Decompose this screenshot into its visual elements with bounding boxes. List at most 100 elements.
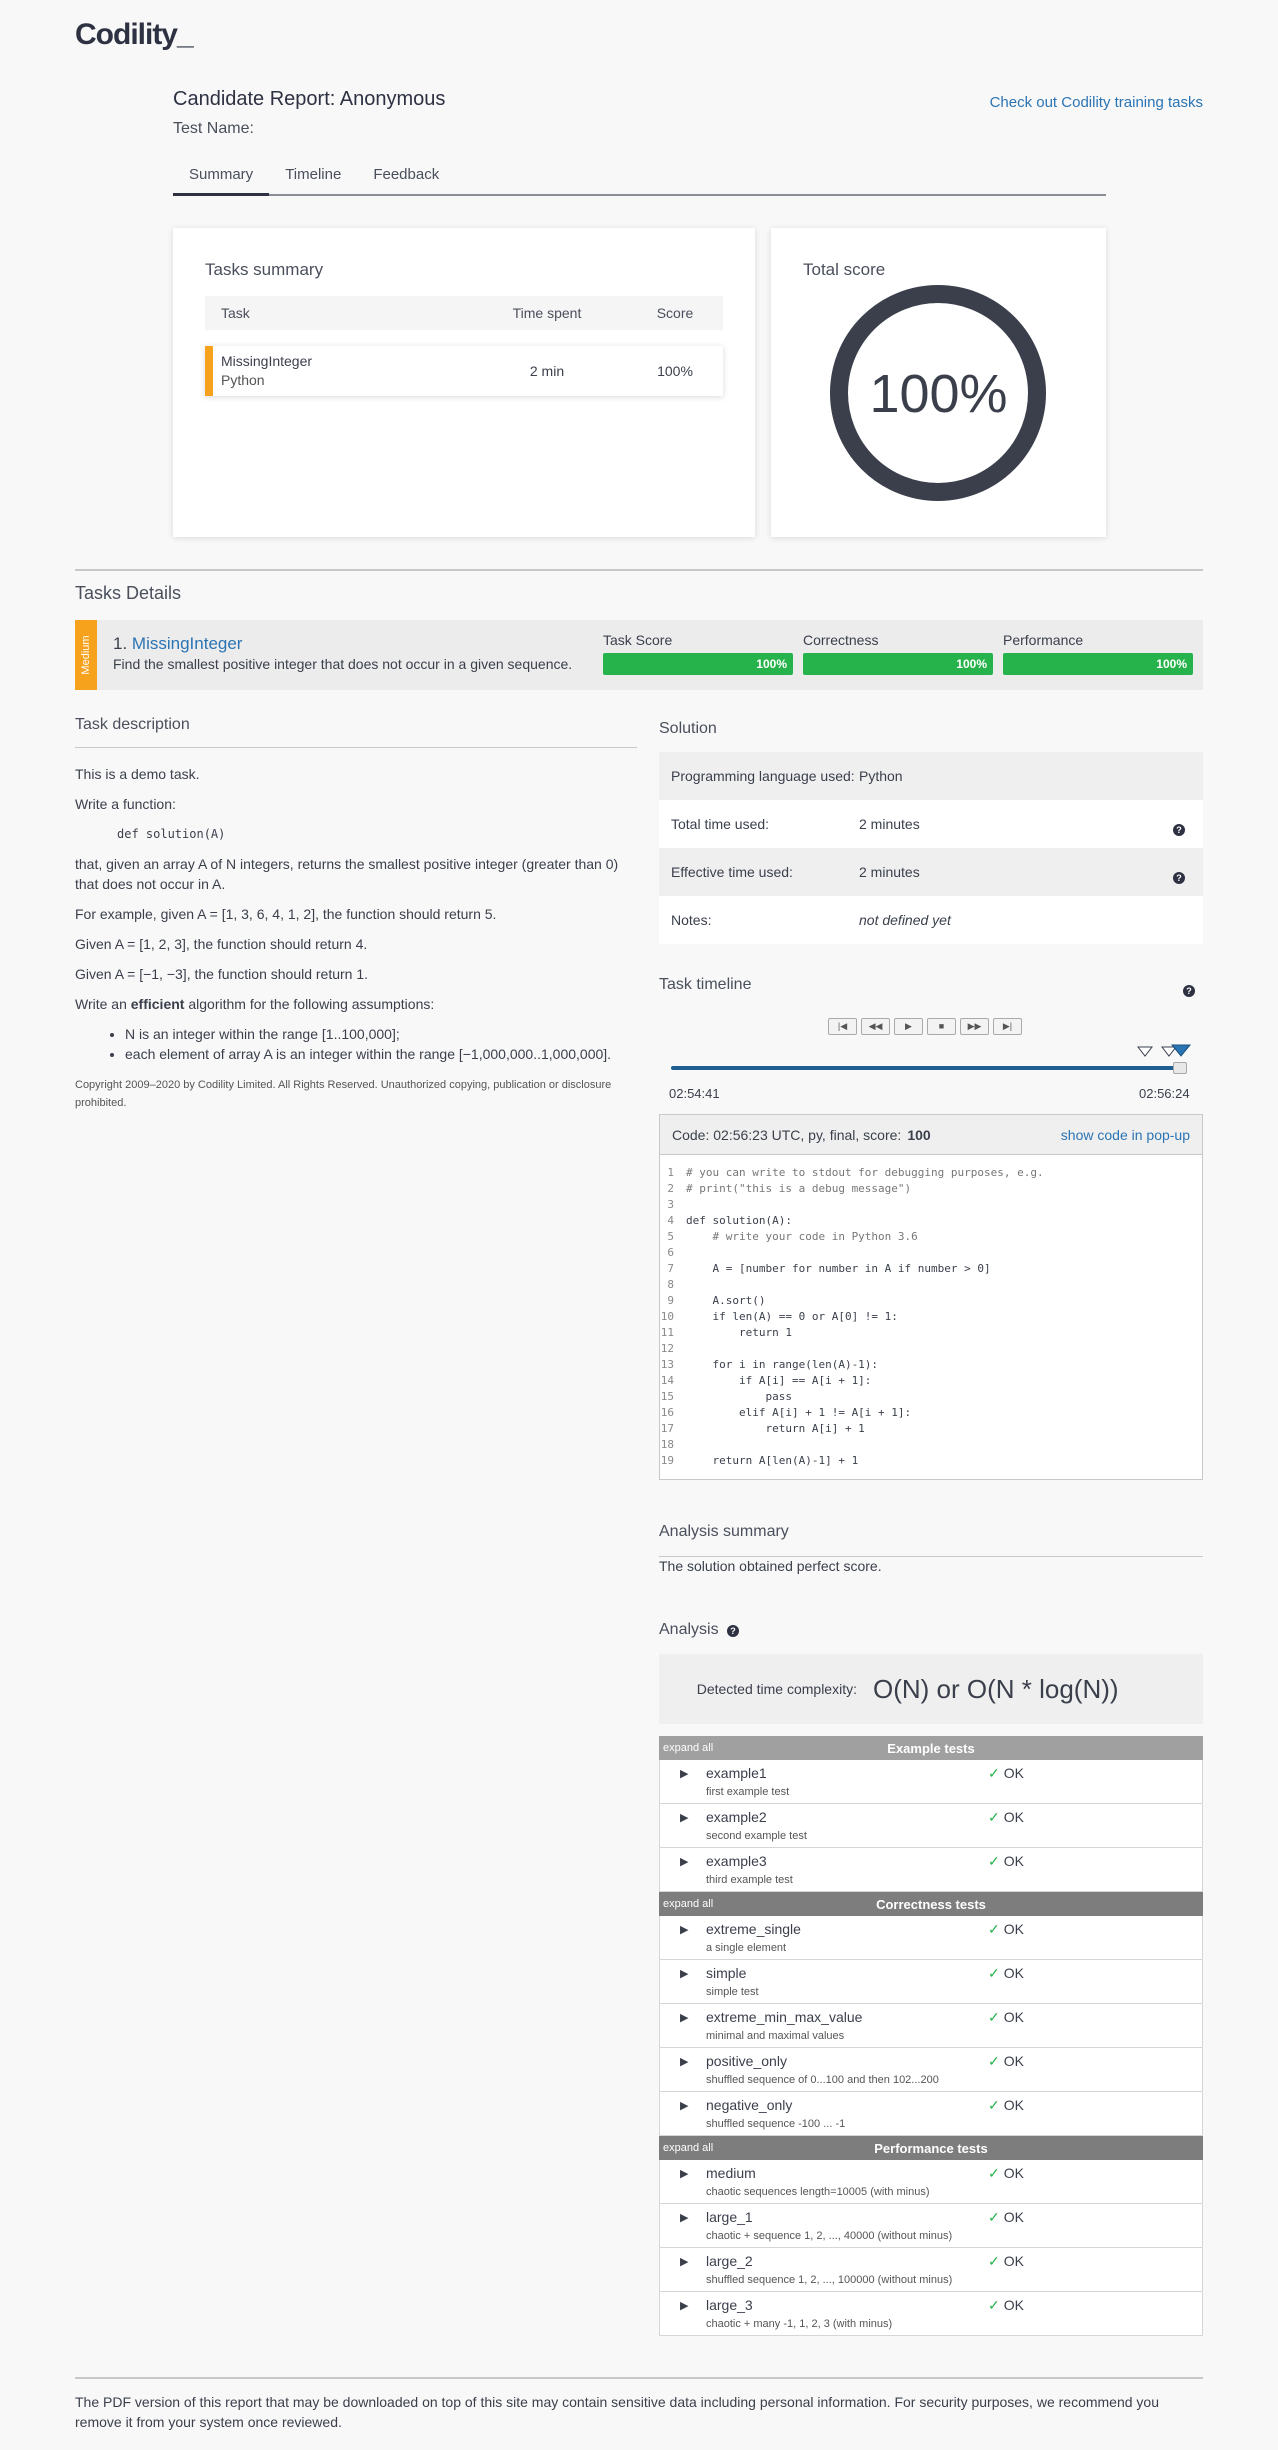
metric-label: Correctness xyxy=(803,632,879,648)
expand-triangle-icon[interactable]: ▶ xyxy=(680,2099,688,2112)
expand-all-button[interactable]: expand all xyxy=(663,1898,713,1910)
tab-summary[interactable]: Summary xyxy=(173,160,270,196)
timeline-markers xyxy=(1136,1044,1192,1057)
training-tasks-link[interactable]: Check out Codility training tasks xyxy=(990,94,1203,111)
help-icon[interactable]: ? xyxy=(1173,824,1185,836)
play-button[interactable]: ▶ xyxy=(894,1018,923,1035)
test-group-title: Performance tests xyxy=(874,2140,988,2156)
expand-triangle-icon[interactable]: ▶ xyxy=(680,1767,688,1780)
line-number: 2 xyxy=(667,1182,674,1195)
first-button[interactable]: |◀ xyxy=(828,1018,857,1035)
difficulty-marker xyxy=(205,346,213,396)
test-description: third example test xyxy=(706,1874,793,1886)
test-description: first example test xyxy=(706,1786,790,1798)
line-number: 7 xyxy=(667,1262,674,1275)
help-icon[interactable]: ? xyxy=(727,1625,740,1637)
test-row[interactable]: ▶ example3 third example test ✓ OK xyxy=(659,1848,1203,1892)
line-number: 15 xyxy=(660,1390,674,1403)
col-task: Task xyxy=(221,305,250,321)
timeline-track[interactable] xyxy=(671,1066,1185,1070)
test-row[interactable]: ▶ positive_only shuffled sequence of 0...1… xyxy=(659,2048,1203,2092)
row-label: Total time used: xyxy=(671,816,770,832)
line-number: 3 xyxy=(667,1198,674,1211)
timeline-start: 02:54:41 xyxy=(669,1086,720,1101)
tasks-summary-table: Task Time spent Score MissingInteger Pyt… xyxy=(205,296,723,396)
expand-triangle-icon[interactable]: ▶ xyxy=(680,2255,688,2268)
analysis-title-text: Analysis xyxy=(659,1621,719,1638)
result-label: OK xyxy=(1003,2097,1024,2113)
stop-button[interactable]: ■ xyxy=(927,1018,956,1035)
test-row[interactable]: ▶ large_2 shuffled sequence 1, 2, ..., 100… xyxy=(659,2248,1203,2292)
timeline-handle[interactable] xyxy=(1173,1062,1187,1074)
performance-bar: 100% xyxy=(1003,653,1193,675)
expand-all-button[interactable]: expand all xyxy=(663,1742,713,1754)
result-label: OK xyxy=(1003,2209,1024,2225)
code-lines: 1 # you can write to stdout for debugging… xyxy=(660,1165,1202,1469)
desc-example3: Given A = [−1, −3], the function should … xyxy=(75,966,369,982)
desc-example2: Given A = [1, 2, 3], the function should… xyxy=(75,936,368,952)
check-icon: ✓ xyxy=(988,1765,1000,1781)
complexity-label: Detected time complexity: xyxy=(696,1681,857,1697)
forward-button[interactable]: ▶▶ xyxy=(960,1018,989,1035)
result-label: OK xyxy=(1003,2009,1024,2025)
test-row[interactable]: ▶ example2 second example test ✓ OK xyxy=(659,1804,1203,1848)
help-icon[interactable]: ? xyxy=(1173,872,1185,884)
line-number: 16 xyxy=(660,1406,674,1419)
total-score-value: 100% xyxy=(869,364,1008,424)
test-group-title: Example tests xyxy=(887,1740,975,1756)
test-row[interactable]: ▶ extreme_min_max_value minimal and maxima… xyxy=(659,2004,1203,2048)
test-name: example1 xyxy=(706,1765,767,1781)
col-time: Time spent xyxy=(512,305,582,321)
expand-triangle-icon[interactable]: ▶ xyxy=(680,1967,688,1980)
expand-triangle-icon[interactable]: ▶ xyxy=(680,2055,688,2068)
task-name-link[interactable]: MissingInteger xyxy=(132,634,243,653)
test-description: chaotic + many -1, 1, 2, 3 (with minus) xyxy=(706,2318,893,2330)
check-icon: ✓ xyxy=(988,1809,1000,1825)
test-row[interactable]: ▶ medium chaotic sequences length=10005 (w… xyxy=(659,2160,1203,2204)
test-row[interactable]: ▶ large_1 chaotic + sequence 1, 2, ..., 40… xyxy=(659,2204,1203,2248)
task-name: MissingInteger xyxy=(221,353,313,369)
tab-timeline[interactable]: Timeline xyxy=(269,160,357,194)
test-name: extreme_min_max_value xyxy=(706,2009,863,2025)
test-row[interactable]: ▶ negative_only shuffled sequence -100 ...… xyxy=(659,2092,1203,2136)
test-name: large_2 xyxy=(706,2253,753,2269)
test-row[interactable]: ▶ simple simple test ✓ OK xyxy=(659,1960,1203,2004)
test-row[interactable]: ▶ large_3 chaotic + many -1, 1, 2, 3 (with… xyxy=(659,2292,1203,2336)
code-text: # you can write to stdout for debugging … xyxy=(686,1166,1044,1179)
test-row[interactable]: ▶ example1 first example test ✓ OK xyxy=(659,1760,1203,1804)
expand-triangle-icon[interactable]: ▶ xyxy=(680,2011,688,2024)
show-code-popup-link[interactable]: show code in pop-up xyxy=(1061,1127,1190,1143)
expand-triangle-icon[interactable]: ▶ xyxy=(680,2211,688,2224)
tab-feedback[interactable]: Feedback xyxy=(357,160,455,194)
table-row[interactable]: MissingInteger Python 2 min 100% xyxy=(205,346,723,396)
last-button[interactable]: ▶| xyxy=(993,1018,1022,1035)
task-description: Task description This is a demo task. Wr… xyxy=(75,715,637,1112)
check-icon: ✓ xyxy=(988,2009,1000,2025)
code-text: if len(A) == 0 or A[0] != 1: xyxy=(686,1310,898,1323)
row-label: Programming language used: xyxy=(671,768,855,784)
assumptions-list: N is an integer within the range [1..100… xyxy=(75,1024,637,1064)
algo-bold: efficient xyxy=(130,996,185,1012)
check-icon: ✓ xyxy=(988,2297,1000,2313)
check-icon: ✓ xyxy=(988,2209,1000,2225)
expand-all-button[interactable]: expand all xyxy=(663,2142,713,2154)
expand-triangle-icon[interactable]: ▶ xyxy=(680,2167,688,2180)
timeline-end: 02:56:24 xyxy=(1139,1086,1190,1101)
solution-row-total-time: Total time used: 2 minutes ? xyxy=(659,800,1203,848)
rewind-button[interactable]: ◀◀ xyxy=(861,1018,890,1035)
report-tabs: Summary Timeline Feedback xyxy=(173,160,1106,196)
code-line: 9 A.sort() xyxy=(660,1293,1202,1309)
check-icon: ✓ xyxy=(988,1965,1000,1981)
desc-intro: This is a demo task. xyxy=(75,766,200,782)
expand-triangle-icon[interactable]: ▶ xyxy=(680,1923,688,1936)
test-row[interactable]: ▶ extreme_single a single element ✓ OK xyxy=(659,1916,1203,1960)
expand-triangle-icon[interactable]: ▶ xyxy=(680,1811,688,1824)
expand-triangle-icon[interactable]: ▶ xyxy=(680,1855,688,1868)
line-number: 13 xyxy=(660,1358,674,1371)
footer-divider xyxy=(75,2377,1203,2379)
expand-triangle-icon[interactable]: ▶ xyxy=(680,2299,688,2312)
table-header: Task Time spent Score xyxy=(205,296,723,330)
test-description: shuffled sequence of 0...100 and then 10… xyxy=(706,2074,939,2086)
test-name: example3 xyxy=(706,1853,767,1869)
help-icon[interactable]: ? xyxy=(1183,985,1195,997)
